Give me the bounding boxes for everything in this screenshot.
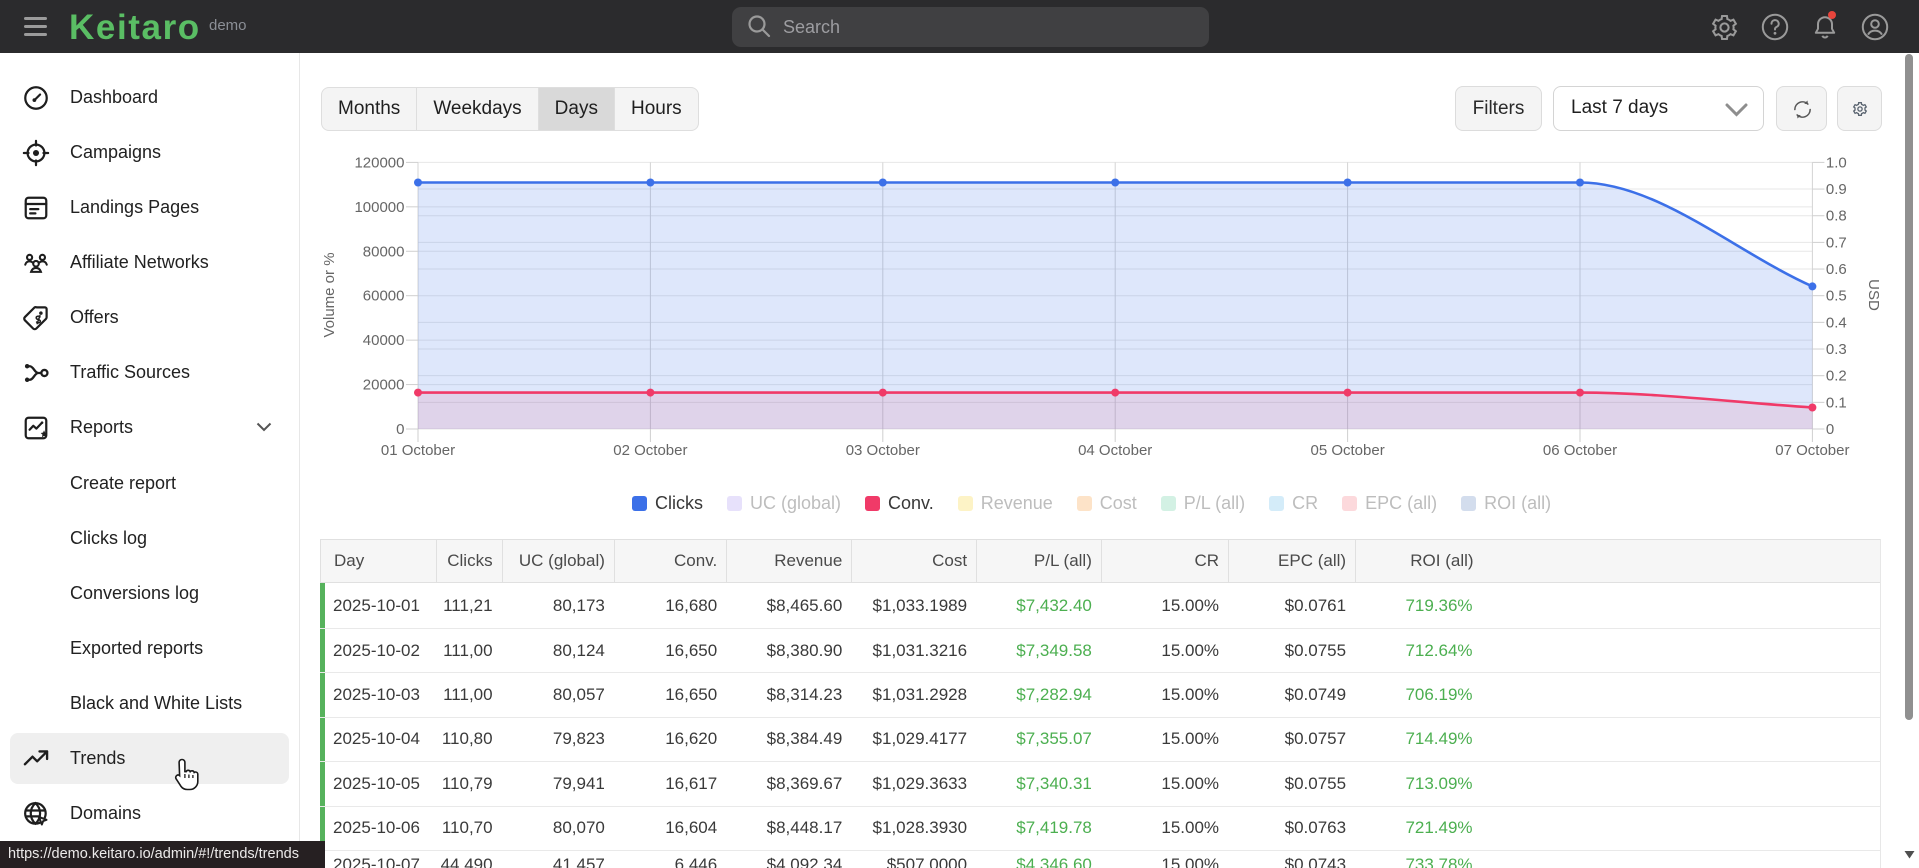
svg-text:USD: USD	[1865, 279, 1882, 311]
svg-text:07 October: 07 October	[1775, 442, 1849, 459]
svg-text:0.2: 0.2	[1826, 368, 1847, 385]
svg-text:40000: 40000	[363, 332, 405, 349]
svg-text:20000: 20000	[363, 377, 405, 394]
svg-text:0.7: 0.7	[1826, 234, 1847, 251]
svg-text:02 October: 02 October	[613, 442, 687, 459]
svg-text:0.1: 0.1	[1826, 394, 1847, 411]
svg-text:06 October: 06 October	[1543, 442, 1617, 459]
svg-text:03 October: 03 October	[846, 442, 920, 459]
svg-text:05 October: 05 October	[1310, 442, 1384, 459]
svg-text:60000: 60000	[363, 288, 405, 305]
svg-text:0.9: 0.9	[1826, 181, 1847, 198]
svg-text:0.6: 0.6	[1826, 261, 1847, 278]
svg-text:120000: 120000	[354, 154, 404, 171]
svg-text:04 October: 04 October	[1078, 442, 1152, 459]
svg-text:0: 0	[1826, 421, 1834, 438]
svg-text:80000: 80000	[363, 243, 405, 260]
svg-text:0.3: 0.3	[1826, 341, 1847, 358]
svg-text:Volume or %: Volume or %	[321, 252, 338, 337]
svg-text:0.8: 0.8	[1826, 208, 1847, 225]
svg-text:1.0: 1.0	[1826, 154, 1847, 171]
svg-text:100000: 100000	[354, 199, 404, 216]
svg-text:0.4: 0.4	[1826, 314, 1847, 331]
svg-text:01 October: 01 October	[381, 442, 455, 459]
svg-text:0: 0	[396, 421, 404, 438]
svg-text:0.5: 0.5	[1826, 288, 1847, 305]
